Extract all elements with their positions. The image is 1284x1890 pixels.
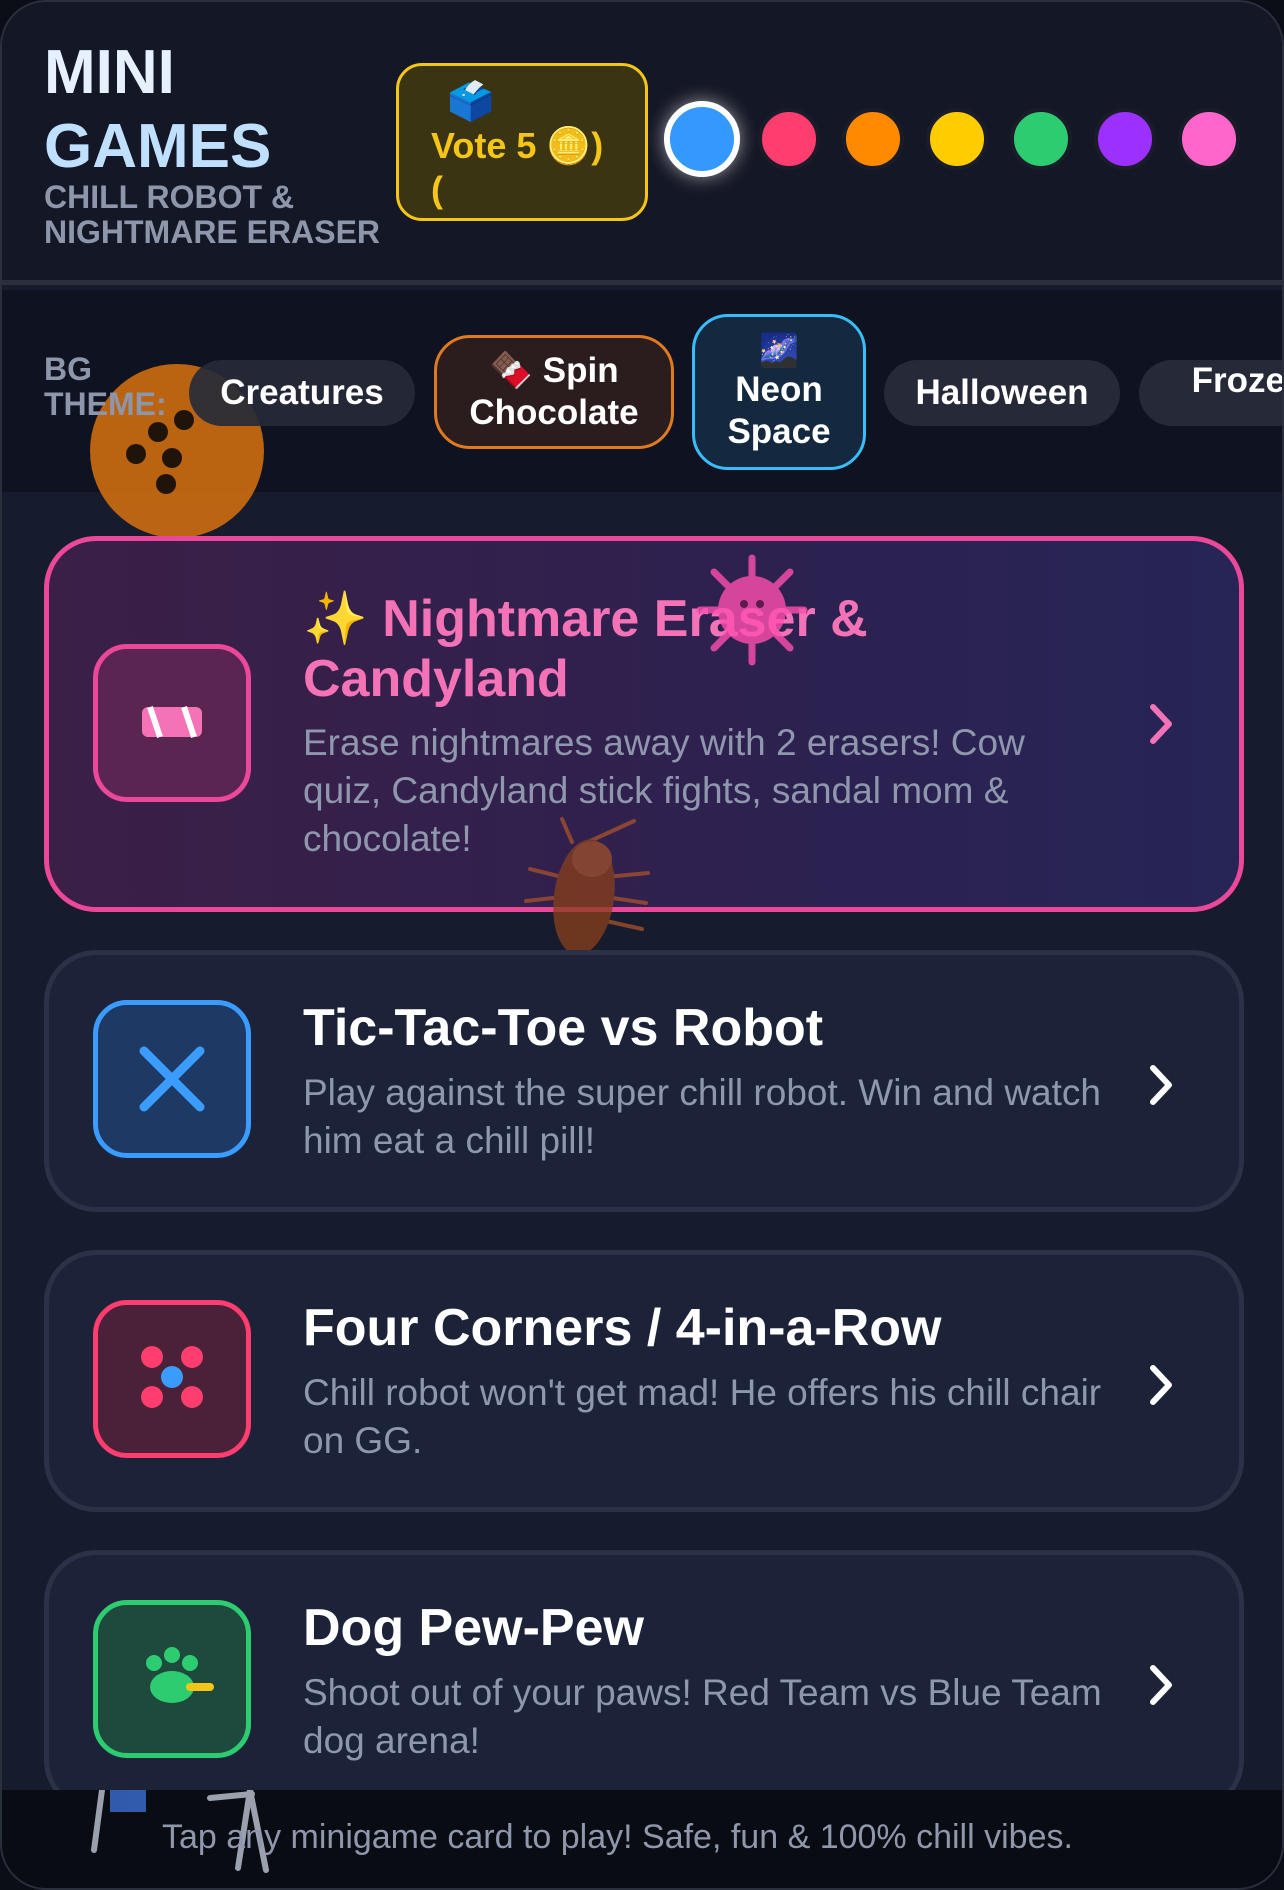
game-card-four-corners[interactable]: Four Corners / 4-in-a-Row Chill robot wo… <box>44 1250 1244 1512</box>
bg-theme-label: BG THEME: <box>44 351 167 422</box>
theme-chip-label-line2: Space <box>727 412 831 451</box>
game-description: Play against the super chill robot. Win … <box>303 1072 1101 1161</box>
theme-chip-label: Creatures <box>220 373 384 412</box>
theme-chip-creatures[interactable]: Creatures <box>189 360 415 426</box>
vote-label: Vote 5 🪙) <box>431 125 604 166</box>
game-description: Chill robot won't get mad! He offers his… <box>303 1372 1102 1461</box>
app-frame: MINI GAMES CHILL ROBOT & NIGHTMARE ERASE… <box>0 0 1284 1890</box>
header: MINI GAMES CHILL ROBOT & NIGHTMARE ERASE… <box>2 2 1282 285</box>
chevron-right-icon <box>1150 704 1172 744</box>
x-mark-icon <box>139 1046 205 1112</box>
vote-button[interactable]: 🗳️ Vote 5 🪙) ( <box>396 63 648 221</box>
color-swatch-yellow[interactable] <box>926 108 988 170</box>
theme-chip-neon-space[interactable]: 🌌 Neon Space <box>692 314 866 470</box>
cockroach-decoration <box>524 817 650 952</box>
theme-chip-label: Halloween <box>915 373 1089 412</box>
color-swatch-blue[interactable] <box>664 101 740 177</box>
color-swatch-green[interactable] <box>1010 108 1072 170</box>
game-title: Tic-Tac-Toe vs Robot <box>303 999 824 1057</box>
dots-icon <box>141 1346 203 1408</box>
theme-chip-label-line2: Chocolate <box>469 393 639 432</box>
four-corners-icon-box <box>93 1300 251 1458</box>
galaxy-icon: 🌌 <box>759 332 799 368</box>
game-title: Dog Pew-Pew <box>303 1599 644 1657</box>
game-description: Shoot out of your paws! Red Team vs Blue… <box>303 1672 1102 1761</box>
eraser-icon <box>142 706 202 738</box>
chevron-right-icon <box>1150 1065 1172 1105</box>
game-description: Erase nightmares away with 2 erasers! Co… <box>303 722 1025 859</box>
chevron-right-icon <box>1150 1365 1172 1405</box>
tic-tac-toe-icon-box <box>93 1000 251 1158</box>
theme-chip-frozen[interactable]: Frozen <box>1139 360 1284 426</box>
theme-chip-halloween[interactable]: Halloween <box>884 360 1120 426</box>
theme-chip-spin-chocolate[interactable]: 🍫 Spin Chocolate <box>434 335 674 449</box>
title-line-1: MINI <box>44 38 175 107</box>
color-swatch-red[interactable] <box>758 108 820 170</box>
chevron-right-icon <box>1150 1665 1172 1705</box>
page-title: MINI GAMES <box>44 36 344 184</box>
virus-decoration <box>696 554 808 666</box>
chocolate-icon: 🍫 <box>489 351 534 390</box>
theme-chip-label-line1: Spin <box>542 351 619 390</box>
page-subtitle: CHILL ROBOT & NIGHTMARE ERASER <box>44 179 381 250</box>
dog-pew-pew-icon-box <box>93 1600 251 1758</box>
footer-hint: Tap any minigame card to play! Safe, fun… <box>162 1818 1073 1856</box>
game-card-dog-pew-pew[interactable]: Dog Pew-Pew Shoot out of your paws! Red … <box>44 1550 1244 1812</box>
theme-chip-label: Frozen <box>1191 361 1284 400</box>
game-title: Four Corners / 4-in-a-Row <box>303 1299 942 1357</box>
color-swatch-purple[interactable] <box>1094 108 1156 170</box>
game-title: ✨ Nightmare Eraser & Candyland <box>303 590 868 708</box>
game-card-tic-tac-toe[interactable]: Tic-Tac-Toe vs Robot Play against the su… <box>44 950 1244 1212</box>
color-swatch-pink[interactable] <box>1178 108 1240 170</box>
paw-icon <box>146 1647 214 1703</box>
color-swatch-orange[interactable] <box>842 108 904 170</box>
title-line-2: GAMES <box>44 112 272 181</box>
theme-chip-label-line1: Neon <box>735 370 823 409</box>
eraser-icon-box <box>93 644 251 802</box>
vote-label-trailing: ( <box>431 169 443 210</box>
ballot-box-icon: 🗳️ <box>447 81 495 123</box>
